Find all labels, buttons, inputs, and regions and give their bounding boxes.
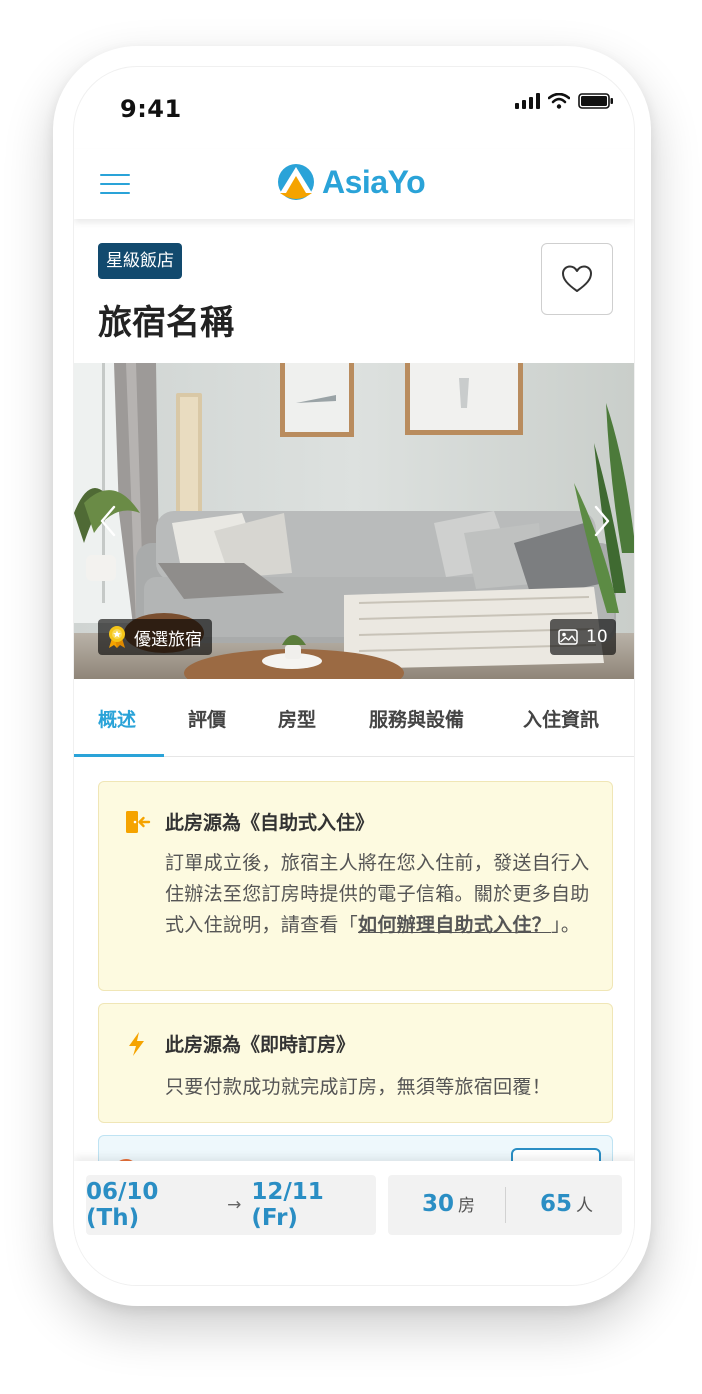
brand-logo[interactable]: AsiaYo bbox=[276, 163, 426, 201]
tab-services-facilities[interactable]: 服務與設備 bbox=[369, 705, 464, 732]
date-arrow-icon: → bbox=[227, 1195, 242, 1215]
self-checkin-icon bbox=[126, 811, 151, 833]
rooms-unit: 房 bbox=[458, 1196, 476, 1216]
instant-booking-description: 只要付款成功就完成訂房，無須等旅宿回覆！ bbox=[165, 1076, 552, 1098]
wifi-icon bbox=[548, 93, 570, 109]
status-bar: 9:41 bbox=[74, 67, 634, 147]
booking-bar: 06/10 (Th) → 12/11 (Fr) 30 房 65 人 bbox=[74, 1161, 634, 1285]
people-count: 65 bbox=[540, 1191, 573, 1217]
section-tabs: 概述 評價 房型 服務與設備 入住資訊 bbox=[74, 679, 634, 757]
image-gallery-icon bbox=[558, 629, 578, 645]
check-out-date: 12/11 (Fr) bbox=[251, 1179, 324, 1231]
phone-screen: 9:41 AsiaYo 星級飯店 旅宿名稱 優選旅宿 10 概述 評價 房型 服… bbox=[73, 66, 635, 1286]
active-tab-indicator bbox=[74, 754, 164, 757]
hotel-photo-carousel[interactable]: 優選旅宿 10 bbox=[74, 363, 634, 679]
award-badge-icon bbox=[109, 626, 125, 648]
preferred-stay-tag: 優選旅宿 bbox=[98, 619, 212, 655]
menu-icon[interactable] bbox=[100, 170, 132, 198]
nav-header: AsiaYo bbox=[74, 149, 634, 219]
date-picker-button[interactable]: 06/10 (Th) → 12/11 (Fr) bbox=[86, 1175, 376, 1235]
cellular-signal-icon bbox=[515, 93, 540, 109]
people-count-group: 65 人 bbox=[540, 1191, 593, 1217]
tab-checkin-info[interactable]: 入住資訊 bbox=[523, 705, 599, 732]
self-checkin-end: 」。 bbox=[551, 914, 581, 936]
tab-reviews[interactable]: 評價 bbox=[188, 705, 226, 732]
favorite-button[interactable] bbox=[541, 243, 613, 315]
instant-booking-notice: 此房源為《即時訂房》 只要付款成功就完成訂房，無須等旅宿回覆！ bbox=[98, 1003, 613, 1123]
self-checkin-description: 訂單成立後，旅宿主人將在您入住前，發送自行入住辦法至您訂房時提供的電子信箱。關於… bbox=[165, 848, 595, 941]
tab-room-types[interactable]: 房型 bbox=[278, 705, 316, 732]
check-in-date: 06/10 (Th) bbox=[86, 1179, 159, 1231]
rooms-count-group: 30 房 bbox=[422, 1191, 475, 1217]
battery-icon bbox=[578, 93, 613, 109]
photo-count-badge[interactable]: 10 bbox=[550, 619, 616, 655]
how-to-self-checkin-link[interactable]: 如何辦理自助式入住？ bbox=[358, 914, 551, 936]
heart-icon bbox=[562, 265, 592, 292]
hotel-category-badge: 星級飯店 bbox=[98, 243, 182, 279]
status-time: 9:41 bbox=[120, 95, 182, 123]
rooms-count: 30 bbox=[422, 1191, 455, 1217]
asiayo-logo-icon bbox=[278, 164, 314, 200]
guests-divider bbox=[505, 1187, 506, 1223]
self-checkin-title: 此房源為《自助式入住》 bbox=[165, 812, 375, 834]
photo-count: 10 bbox=[586, 627, 608, 647]
self-checkin-notice: 此房源為《自助式入住》 訂單成立後，旅宿主人將在您入住前，發送自行入住辦法至您訂… bbox=[98, 781, 613, 991]
logo-text: AsiaYo bbox=[322, 163, 426, 200]
status-icons bbox=[515, 93, 614, 109]
hotel-name: 旅宿名稱 bbox=[98, 303, 234, 343]
rooms-guests-button[interactable]: 30 房 65 人 bbox=[388, 1175, 622, 1235]
instant-booking-title: 此房源為《即時訂房》 bbox=[165, 1034, 356, 1056]
chevron-left-icon[interactable] bbox=[96, 503, 120, 539]
tab-overview[interactable]: 概述 bbox=[98, 705, 136, 732]
lightning-icon bbox=[129, 1032, 144, 1056]
people-unit: 人 bbox=[576, 1196, 594, 1216]
preferred-stay-label: 優選旅宿 bbox=[134, 629, 202, 650]
chevron-right-icon[interactable] bbox=[590, 503, 614, 539]
